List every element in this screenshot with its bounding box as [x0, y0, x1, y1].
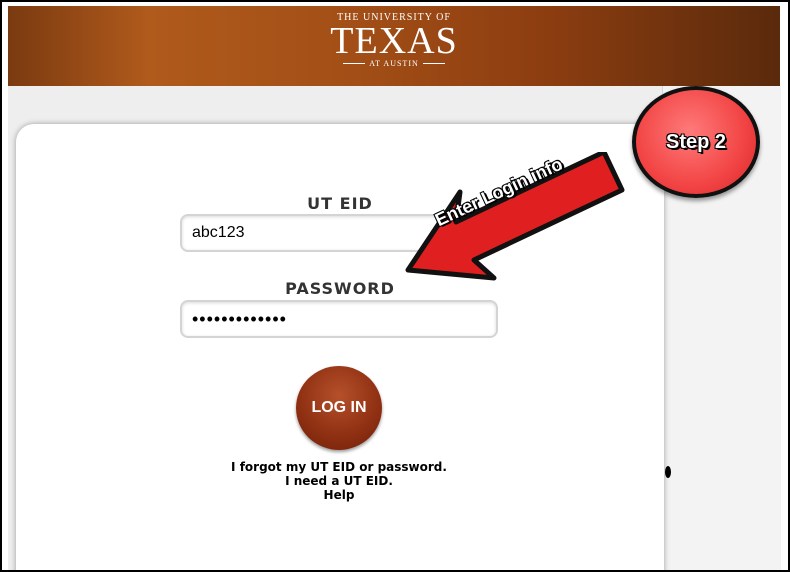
step-label: Step 2: [665, 130, 727, 153]
logo-sub-text: AT AUSTIN: [369, 59, 419, 68]
browser-frame: THE UNIVERSITY OF TEXAS AT AUSTIN UT EID…: [0, 0, 790, 572]
login-button[interactable]: LOG IN: [296, 366, 382, 450]
password-value: •••••••••••••: [192, 308, 287, 329]
forgot-eid-link[interactable]: I forgot my UT EID or password.: [202, 460, 476, 474]
logo-main-text: TEXAS: [330, 20, 458, 62]
ut-logo[interactable]: THE UNIVERSITY OF TEXAS AT AUSTIN: [8, 12, 780, 68]
logo-sub: AT AUSTIN: [8, 59, 780, 68]
site-header: THE UNIVERSITY OF TEXAS AT AUSTIN: [8, 6, 780, 86]
scroll-marker: [665, 466, 671, 478]
logo-rule: [422, 63, 445, 64]
need-eid-link[interactable]: I need a UT EID.: [202, 474, 476, 488]
help-links: I forgot my UT EID or password. I need a…: [202, 460, 476, 502]
step-badge: Step 2: [632, 86, 760, 198]
password-input[interactable]: •••••••••••••: [180, 300, 498, 338]
help-link[interactable]: Help: [202, 488, 476, 502]
ut-eid-value: abc123: [192, 224, 245, 241]
logo-rule: [343, 63, 366, 64]
